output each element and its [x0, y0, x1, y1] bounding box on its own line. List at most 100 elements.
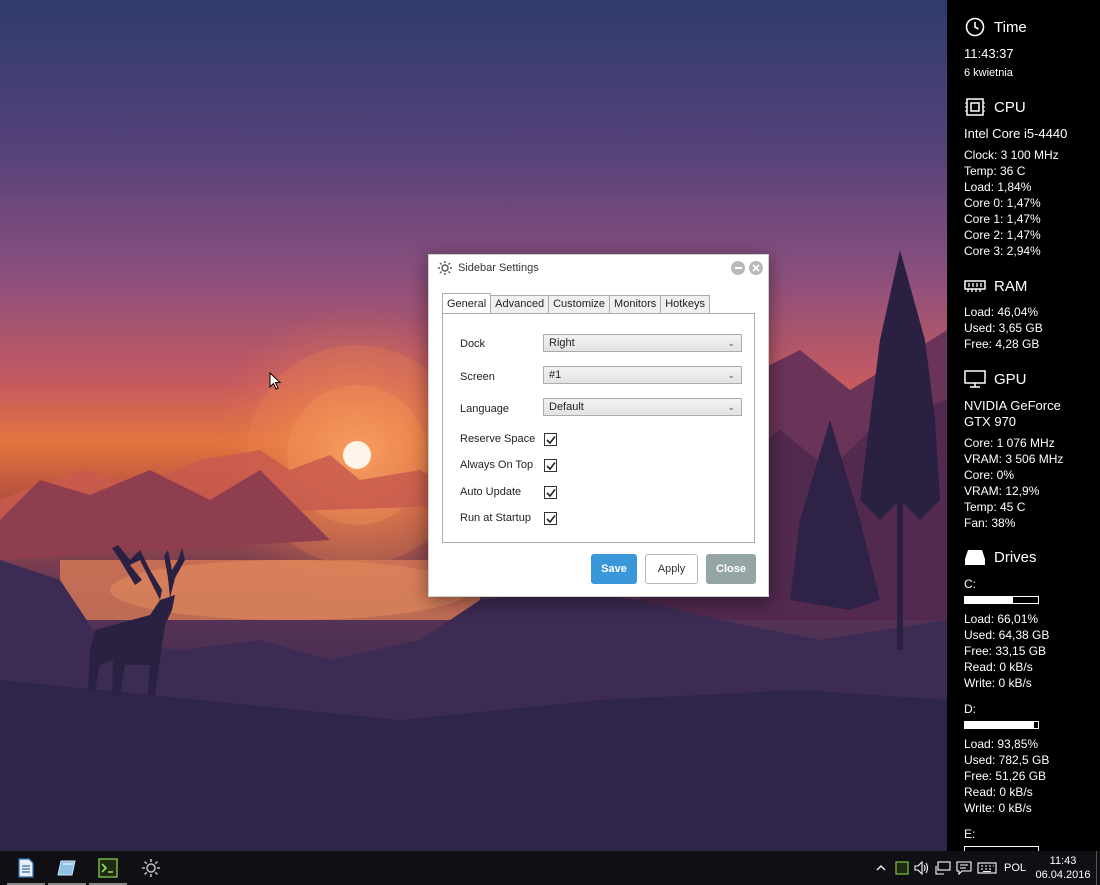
system-monitor-sidebar: Time 11:43:37 6 kwietnia CPU Intel Core …	[947, 0, 1100, 851]
action-center-button[interactable]	[955, 851, 973, 885]
auto-update-checkbox[interactable]	[544, 486, 557, 499]
cpu-title: CPU	[994, 98, 1026, 116]
tab-customize[interactable]: Customize	[548, 295, 611, 313]
notification-icon	[956, 861, 972, 875]
apply-button[interactable]: Apply	[645, 554, 698, 584]
time-title: Time	[994, 18, 1027, 36]
always-on-top-label: Always On Top	[460, 459, 534, 471]
gpu-name: NVIDIA GeForce GTX 970	[964, 398, 1061, 429]
run-at-startup-checkbox[interactable]	[544, 512, 557, 525]
checkmark-icon	[545, 514, 556, 523]
close-icon	[752, 264, 760, 272]
ram-stat: Load: 46,04%	[964, 305, 1039, 319]
ram-section: RAM Load: 46,04% Used: 3,65 GB Free: 4,2…	[964, 274, 1094, 352]
drive-c-usage-bar	[964, 596, 1039, 604]
tab-monitors[interactable]: Monitors	[609, 295, 662, 313]
taskbar-file-app[interactable]	[46, 851, 88, 885]
gpu-stat: Core: 0%	[964, 468, 1015, 482]
chevron-down-icon: ⌄	[727, 338, 735, 348]
touch-keyboard-button[interactable]	[976, 851, 998, 885]
dialog-title: Sidebar Settings	[458, 262, 539, 274]
clock-icon	[964, 16, 986, 38]
reserve-space-checkbox[interactable]	[544, 433, 557, 446]
minimize-icon	[734, 267, 742, 269]
drive-d-stat: Free: 51,26 GB	[964, 769, 1047, 783]
cpu-stat: Core 1: 1,47%	[964, 212, 1041, 226]
tab-advanced[interactable]: Advanced	[490, 295, 550, 313]
terminal-tray-icon	[895, 861, 909, 875]
dock-value: Right	[549, 337, 575, 349]
screen-value: #1	[549, 369, 562, 381]
reserve-space-label: Reserve Space	[460, 433, 536, 445]
settings-gear-icon	[142, 859, 160, 877]
taskbar-terminal-app[interactable]	[87, 851, 129, 885]
show-desktop-button[interactable]	[1096, 851, 1100, 885]
save-button[interactable]: Save	[591, 554, 637, 584]
taskbar-clock[interactable]: 11:43 06.04.2016	[1030, 854, 1096, 882]
taskbar-settings-app[interactable]	[130, 851, 172, 885]
settings-tabs: General Advanced Customize Monitors Hotk…	[442, 293, 710, 313]
network-button[interactable]	[934, 851, 952, 885]
screen-select[interactable]: #1 ⌄	[543, 366, 742, 384]
dock-label: Dock	[460, 338, 486, 350]
notepad-icon	[18, 858, 34, 878]
dialog-titlebar[interactable]: Sidebar Settings	[429, 255, 768, 285]
drive-d-usage-bar	[964, 721, 1039, 729]
drive-e-label: E:	[964, 827, 976, 841]
network-icon	[935, 861, 951, 875]
gpu-stat: Fan: 38%	[964, 516, 1016, 530]
mouse-cursor-icon	[269, 371, 282, 395]
cpu-stat: Core 3: 2,94%	[964, 244, 1041, 258]
gear-icon	[437, 260, 453, 281]
tab-hotkeys[interactable]: Hotkeys	[660, 295, 710, 313]
chevron-down-icon: ⌄	[727, 370, 735, 380]
taskbar-notepad-app[interactable]	[5, 851, 47, 885]
drive-d-label: D:	[964, 702, 976, 716]
drive-c-stat: Used: 64,38 GB	[964, 628, 1050, 642]
language-select[interactable]: Default ⌄	[543, 398, 742, 416]
tab-general[interactable]: General	[442, 293, 492, 313]
file-icon	[57, 860, 76, 876]
gpu-stat: Core: 1 076 MHz	[964, 436, 1055, 450]
time-section: Time 11:43:37 6 kwietnia	[964, 15, 1094, 81]
chevron-up-icon	[876, 865, 886, 871]
dock-select[interactable]: Right ⌄	[543, 334, 742, 352]
close-button[interactable]: Close	[706, 554, 756, 584]
monitor-icon	[964, 368, 986, 390]
sidebar-settings-dialog: Sidebar Settings General Advanced Custom…	[428, 254, 769, 597]
drive-icon	[964, 546, 986, 568]
cpu-section: CPU Intel Core i5-4440 Clock: 3 100 MHz …	[964, 95, 1094, 259]
tray-app-button[interactable]	[893, 851, 911, 885]
taskbar: POL 11:43 06.04.2016	[0, 851, 1100, 885]
cpu-stat: Core 2: 1,47%	[964, 228, 1041, 242]
checkmark-icon	[545, 461, 556, 470]
cpu-stat: Load: 1,84%	[964, 180, 1032, 194]
terminal-icon	[98, 858, 118, 878]
drive-d-stat: Used: 782,5 GB	[964, 753, 1050, 767]
drive-d-stat: Read: 0 kB/s	[964, 785, 1033, 799]
language-value: Default	[549, 401, 584, 413]
general-tab-panel: Dock Right ⌄ Screen #1 ⌄ Language Defaul…	[442, 313, 755, 543]
ram-title: RAM	[994, 277, 1028, 295]
gpu-title: GPU	[994, 370, 1027, 388]
cpu-stat: Core 0: 1,47%	[964, 196, 1041, 210]
drive-d-stat: Load: 93,85%	[964, 737, 1039, 751]
close-window-button[interactable]	[749, 261, 763, 275]
always-on-top-checkbox[interactable]	[544, 459, 557, 472]
checkmark-icon	[545, 488, 556, 497]
show-hidden-icons-button[interactable]	[873, 851, 889, 885]
drive-c-stat: Read: 0 kB/s	[964, 660, 1033, 674]
volume-button[interactable]	[913, 851, 931, 885]
taskbar-date: 06.04.2016	[1035, 869, 1091, 881]
checkmark-icon	[545, 435, 556, 444]
drive-c-label: C:	[964, 577, 976, 591]
minimize-button[interactable]	[731, 261, 745, 275]
screen-label: Screen	[460, 371, 495, 383]
cpu-icon	[964, 96, 986, 118]
input-language-indicator[interactable]: POL	[1002, 851, 1028, 885]
gpu-stat: VRAM: 3 506 MHz	[964, 452, 1064, 466]
drive-d-stat: Write: 0 kB/s	[964, 801, 1032, 815]
cpu-name: Intel Core i5-4440	[964, 126, 1068, 141]
time-date: 6 kwietnia	[964, 67, 1013, 79]
gpu-stat: VRAM: 12,9%	[964, 484, 1040, 498]
